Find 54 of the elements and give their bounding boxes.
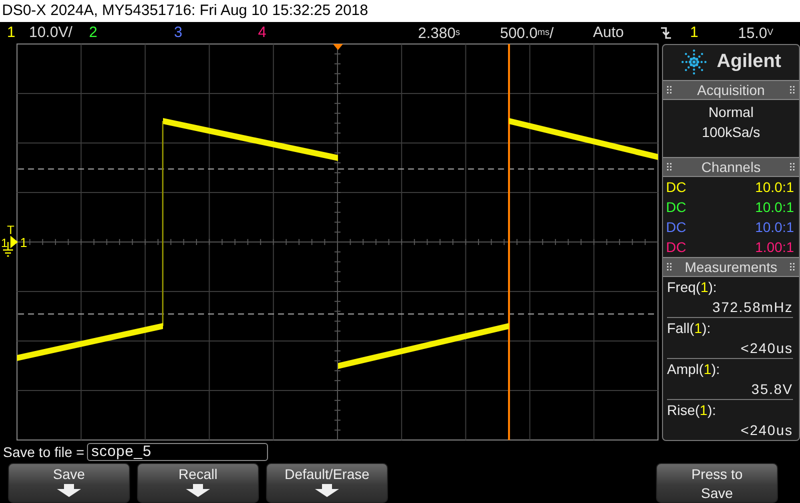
section-header[interactable]: Channels xyxy=(663,156,799,177)
probe-ratio: 10.0:1 xyxy=(755,218,794,237)
measurement-label: Rise(1): xyxy=(667,401,718,420)
softkey-button[interactable]: Default/Erase xyxy=(266,463,388,503)
ground-marker[interactable] xyxy=(2,236,18,257)
channel-coupling: DC xyxy=(666,218,686,237)
measurement-label: Fall(1): xyxy=(667,319,712,338)
channel-coupling: DC xyxy=(666,178,686,197)
channel-number[interactable]: 1 xyxy=(7,22,16,44)
starburst-logo-icon xyxy=(680,49,707,76)
measurement-value: 372.58mHz xyxy=(712,298,793,318)
measurement-value: <240us xyxy=(740,421,793,440)
trigger-source[interactable]: 1 xyxy=(690,22,698,44)
acquisition-mode: Normal xyxy=(708,102,754,122)
probe-ratio: 1.00:1 xyxy=(755,238,794,257)
falling-edge-icon xyxy=(660,26,672,40)
grip-icon xyxy=(667,262,672,271)
section-header[interactable]: Acquisition xyxy=(663,80,799,100)
field-label: Save to file = xyxy=(3,444,84,460)
trigger-level[interactable]: 15.0$^{V}$ xyxy=(738,22,774,44)
down-arrow-icon xyxy=(186,484,210,497)
down-arrow-icon xyxy=(315,484,339,497)
trigger-mode[interactable]: Auto xyxy=(593,22,624,44)
measurement-value: <240us xyxy=(740,339,793,358)
grip-icon xyxy=(790,162,795,171)
trigger-level-marker[interactable]: T xyxy=(7,223,14,237)
grip-icon xyxy=(790,262,795,271)
timebase-scale[interactable]: 500.0$^{ms}$/ xyxy=(500,22,554,44)
window-title: DS0-X 2024A, MY54351716: Fri Aug 10 15:32:25 2018 xyxy=(2,2,368,19)
filename-field[interactable]: scope_5 xyxy=(87,442,268,460)
measurement-value: 35.8V xyxy=(751,380,793,400)
measurement-label: Ampl(1): xyxy=(667,360,721,380)
softkey-button[interactable]: Save xyxy=(8,463,130,503)
channel-coupling: DC xyxy=(666,198,686,217)
measurement-label: Freq(1): xyxy=(667,278,718,298)
channel-label: 1 xyxy=(20,235,28,250)
probe-ratio: 10.0:1 xyxy=(755,198,794,217)
softkey-button[interactable]: Recall xyxy=(137,463,259,503)
ground-marker-label: 1 xyxy=(1,236,8,250)
brand-logo: Agilent xyxy=(716,51,782,74)
channel-number[interactable]: 3 xyxy=(174,22,182,44)
down-arrow-icon xyxy=(57,484,81,497)
section-header[interactable]: Measurements xyxy=(663,256,799,278)
channel-number[interactable]: 2 xyxy=(89,22,98,44)
grip-icon xyxy=(667,86,672,94)
probe-ratio: 10.0:1 xyxy=(755,178,794,197)
channel-number[interactable]: 4 xyxy=(258,22,266,44)
grip-icon xyxy=(790,86,795,94)
sample-rate: 100kSa/s xyxy=(702,122,760,142)
channel-coupling: DC xyxy=(666,238,686,257)
grip-icon xyxy=(667,162,672,171)
softkey-button[interactable]: Press to Save xyxy=(656,463,778,503)
trigger-delay[interactable]: 2.380$^{s}$ xyxy=(418,22,460,44)
channel-scale[interactable]: 10.0V/ xyxy=(29,22,72,44)
